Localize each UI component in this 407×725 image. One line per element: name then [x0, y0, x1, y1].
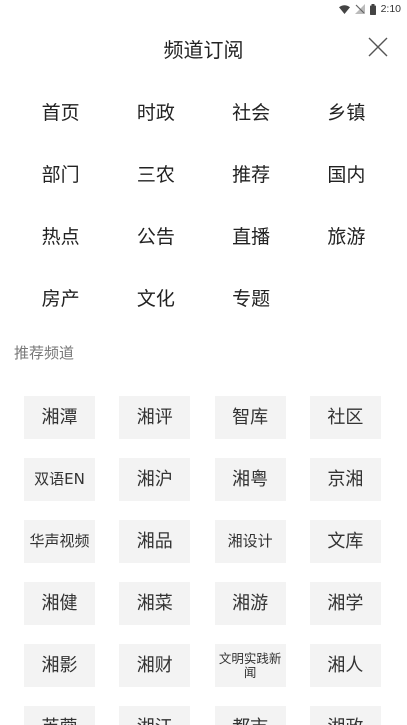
status-time: 2:10	[380, 3, 401, 15]
recommended-channel-item[interactable]: 社区	[309, 396, 381, 439]
channel-item[interactable]: 热点	[13, 204, 108, 266]
channel-item[interactable]: 文化	[108, 266, 203, 328]
channel-subscription-page: 2:10 频道订阅 首页 时政 社会 乡镇 部门 三农 推荐 国内 热点 公告 …	[0, 0, 407, 725]
recommended-channel-item[interactable]: 湘粤	[214, 458, 286, 501]
channel-item[interactable]: 时政	[108, 80, 203, 142]
recommended-channel-item[interactable]: 湘游	[214, 582, 286, 625]
recommended-channel-item[interactable]: 都市	[214, 706, 286, 725]
header: 频道订阅	[0, 22, 407, 74]
wifi-icon	[338, 4, 350, 14]
recommended-channel-item[interactable]: 湘政	[309, 706, 381, 725]
recommended-channel-item[interactable]: 湘江	[119, 706, 191, 725]
recommended-channel-item[interactable]: 湘设计	[214, 520, 286, 563]
channel-item[interactable]: 推荐	[204, 142, 299, 204]
channel-item[interactable]: 直播	[204, 204, 299, 266]
recommended-channel-item[interactable]: 湘财	[119, 644, 191, 687]
no-signal-icon	[354, 4, 365, 14]
recommended-section-title: 推荐频道	[14, 344, 75, 362]
channel-item[interactable]: 社会	[204, 80, 299, 142]
recommended-channel-item[interactable]: 湘健	[24, 582, 95, 625]
channel-item[interactable]: 部门	[13, 142, 108, 204]
recommended-channel-item[interactable]: 华声视频	[24, 520, 95, 563]
recommended-channel-item[interactable]: 文明实践新闻	[214, 644, 286, 687]
recommended-channel-item[interactable]: 湘潭	[24, 396, 95, 439]
close-button[interactable]	[365, 34, 391, 60]
recommended-channel-item[interactable]: 湘学	[309, 582, 381, 625]
recommended-channel-item[interactable]: 湘评	[119, 396, 191, 439]
channel-item[interactable]: 旅游	[299, 204, 394, 266]
channel-item[interactable]: 乡镇	[299, 80, 394, 142]
recommended-channel-item[interactable]: 双语EN	[24, 458, 95, 501]
recommended-channel-item[interactable]: 湘人	[309, 644, 381, 687]
channel-item[interactable]: 专题	[204, 266, 299, 328]
status-bar: 2:10	[0, 0, 407, 18]
recommended-channels: 湘潭 湘评 智库 社区 双语EN 湘沪 湘粤 京湘 华声视频 湘品 湘设计 文库…	[24, 396, 383, 725]
recommended-channel-item[interactable]: 湘影	[24, 644, 95, 687]
recommended-channel-item[interactable]: 文库	[309, 520, 381, 563]
page-title: 频道订阅	[163, 38, 244, 62]
channel-item[interactable]: 三农	[108, 142, 203, 204]
close-icon	[368, 37, 388, 57]
recommended-channel-item[interactable]: 智库	[214, 396, 286, 439]
battery-icon	[369, 3, 376, 15]
recommended-channel-item[interactable]: 京湘	[309, 458, 381, 501]
recommended-channel-item[interactable]: 芙蓉	[24, 706, 95, 725]
channel-item[interactable]: 公告	[108, 204, 203, 266]
channel-item[interactable]: 房产	[13, 266, 108, 328]
channel-item[interactable]: 首页	[13, 80, 108, 142]
recommended-channel-item[interactable]: 湘品	[119, 520, 191, 563]
subscribed-channels: 首页 时政 社会 乡镇 部门 三农 推荐 国内 热点 公告 直播 旅游 房产 文…	[13, 80, 394, 328]
recommended-channel-item[interactable]: 湘沪	[119, 458, 191, 501]
recommended-channel-item[interactable]: 湘菜	[119, 582, 191, 625]
channel-item[interactable]: 国内	[299, 142, 394, 204]
